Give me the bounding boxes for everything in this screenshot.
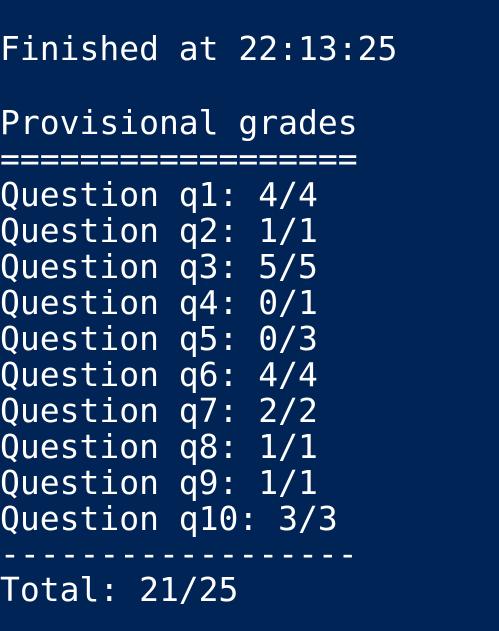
question-line-q3: Question q3: 5/5 <box>0 247 318 286</box>
question-line-q9: Question q9: 1/1 <box>0 463 318 502</box>
finished-time-line: Finished at 22:13:25 <box>0 29 398 68</box>
question-line-q7: Question q7: 2/2 <box>0 391 318 430</box>
question-line-q1: Question q1: 4/4 <box>0 175 318 214</box>
heading-underline: ================== <box>0 139 358 178</box>
question-line-q10: Question q10: 3/3 <box>0 499 338 538</box>
question-line-q6: Question q6: 4/4 <box>0 355 318 394</box>
total-separator: ------------------ <box>0 534 358 573</box>
terminal-window: Finished at 22:13:25 Provisional grades … <box>0 0 499 631</box>
question-line-q8: Question q8: 1/1 <box>0 427 318 466</box>
question-line-q4: Question q4: 0/1 <box>0 283 318 322</box>
grades-heading: Provisional grades <box>0 103 358 142</box>
question-line-q2: Question q2: 1/1 <box>0 211 318 250</box>
question-line-q5: Question q5: 0/3 <box>0 319 318 358</box>
total-score-line: Total: 21/25 <box>0 570 239 609</box>
